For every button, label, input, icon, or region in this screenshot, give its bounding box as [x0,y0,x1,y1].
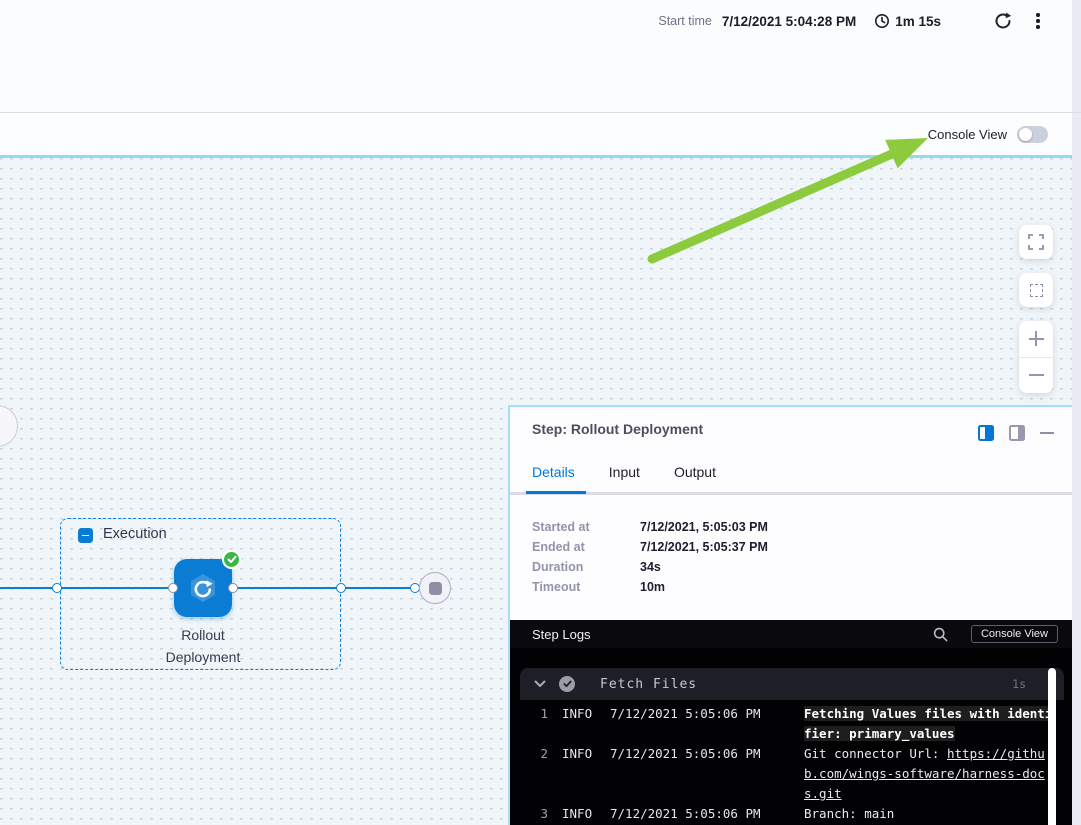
check-circle-icon [559,676,575,692]
detail-row-ended-at: Ended at 7/12/2021, 5:05:37 PM [532,537,768,557]
log-line: 3 INFO 7/12/2021 5:05:06 PM Branch: main [520,804,1064,824]
tab-input[interactable]: Input [609,464,640,480]
detail-row-started-at: Started at 7/12/2021, 5:05:03 PM [532,517,768,537]
previous-node-partial [0,405,18,447]
split-view-right-icon[interactable] [1009,425,1025,441]
console-view-button[interactable]: Console View [971,625,1058,643]
active-tab-underline [526,491,586,494]
zoom-in-button[interactable] [1019,321,1053,357]
search-icon[interactable] [932,626,949,643]
connector-node-left[interactable] [168,583,178,593]
panel-header-actions [978,425,1054,441]
tab-details[interactable]: Details [532,464,575,480]
log-scrollbar[interactable] [1048,668,1056,825]
log-section-fetch-files[interactable]: Fetch Files 1s [520,668,1064,700]
console-view-label: Console View [928,127,1007,142]
zoom-out-button[interactable] [1019,357,1053,393]
zoom-out-icon [1029,374,1044,376]
zoom-in-icon [1029,338,1044,340]
stop-icon [429,582,442,595]
top-header-bar: Start time 7/12/2021 5:04:28 PM 1m 15s [0,0,1081,112]
kebab-menu-icon[interactable] [1029,9,1047,33]
fit-to-view-button[interactable] [1019,273,1053,307]
canvas-top-border [0,155,1072,158]
connector-group-left[interactable] [52,583,62,593]
log-line: 1 INFO 7/12/2021 5:05:06 PM Fetching Val… [520,704,1064,744]
log-console: Fetch Files 1s 1 INFO 7/12/2021 5:05:06 … [510,648,1072,825]
log-lines: 1 INFO 7/12/2021 5:05:06 PM Fetching Val… [520,704,1064,824]
step-logs-title: Step Logs [532,627,591,642]
clock-icon [874,13,890,29]
step-details-panel: Step: Rollout Deployment Details Input O… [508,405,1072,825]
connector-group-right[interactable] [336,583,346,593]
console-view-toggle[interactable] [1017,126,1048,143]
rollout-icon [185,570,221,606]
start-time-label: Start time [658,14,712,28]
pipeline-execution-page: Start time 7/12/2021 5:04:28 PM 1m 15s C… [0,0,1081,825]
panel-title: Step: Rollout Deployment [532,421,703,437]
logs-bar-actions: Console View [932,625,1058,643]
log-section-duration: 1s [1012,677,1026,691]
rollout-deployment-node[interactable] [174,559,232,617]
toggle-knob [1019,128,1032,141]
log-section-name: Fetch Files [600,677,697,692]
step-details-list: Started at 7/12/2021, 5:05:03 PM Ended a… [532,517,768,597]
collapse-group-button[interactable] [78,528,93,543]
view-toolbar: Console View [0,113,1081,155]
start-time-value: 7/12/2021 5:04:28 PM [722,14,856,29]
execution-duration: 1m 15s [895,14,941,29]
fit-view-icon [1030,284,1043,297]
log-line: 2 INFO 7/12/2021 5:05:06 PM Git connecto… [520,744,1064,804]
page-scrollbar-gutter[interactable] [1072,0,1081,825]
console-view-control: Console View [928,113,1048,155]
execution-meta: Start time 7/12/2021 5:04:28 PM 1m 15s [658,9,1047,33]
split-view-left-icon[interactable] [978,425,994,441]
execution-group-label: Execution [103,526,167,542]
chevron-down-icon[interactable] [534,680,546,688]
refresh-button[interactable] [991,9,1015,33]
panel-tabs: Details Input Output [532,464,716,480]
minimize-icon[interactable] [1040,432,1054,434]
connector-node-right[interactable] [228,583,238,593]
detail-row-timeout: Timeout 10m [532,577,768,597]
header-divider [0,112,1081,113]
success-check-icon [222,550,241,569]
stage-end-node[interactable] [419,572,451,604]
zoom-controls [1019,321,1053,393]
node-label: Rollout Deployment [128,624,278,668]
expand-icon [1028,234,1044,250]
step-logs-bar: Step Logs Console View [510,620,1072,648]
tab-output[interactable]: Output [674,464,716,480]
detail-row-duration: Duration 34s [532,557,768,577]
tabs-divider [510,492,1072,495]
expand-canvas-button[interactable] [1019,225,1053,259]
